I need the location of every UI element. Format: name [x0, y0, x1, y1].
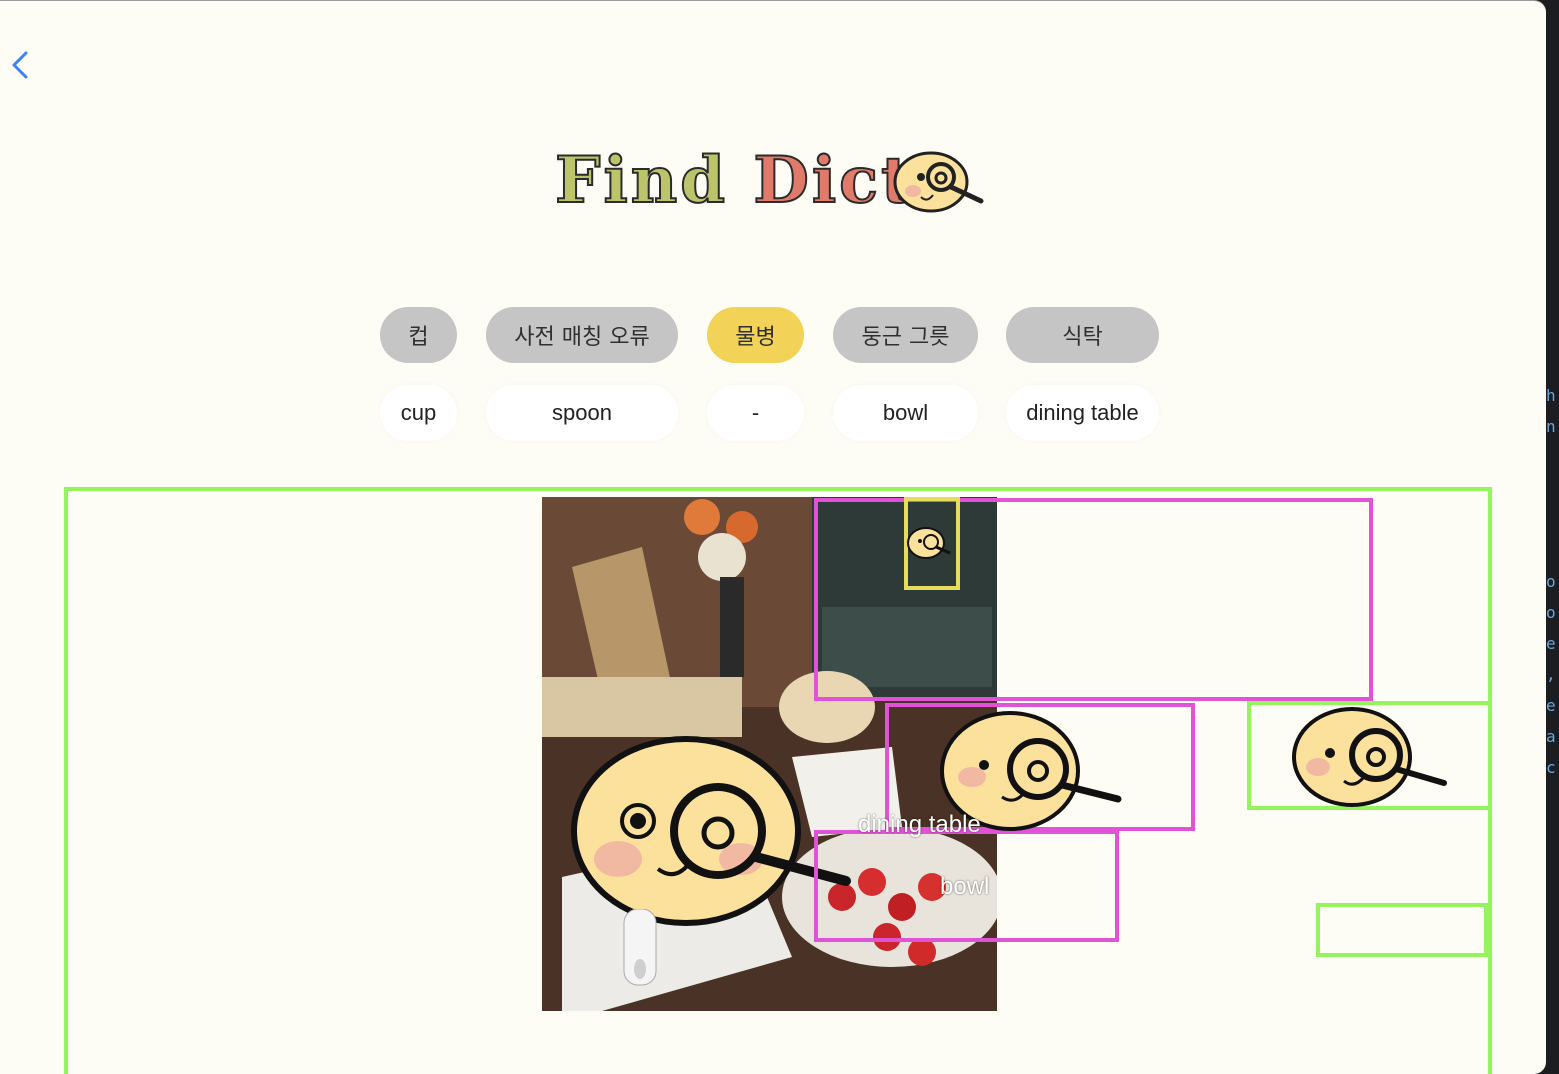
word-spoon: spoon — [486, 385, 678, 441]
logo-word-find: Find — [554, 142, 729, 219]
mascot-marker-small — [907, 527, 951, 559]
chip-water-bottle-ko[interactable]: 물병 — [707, 307, 804, 363]
mascot-marker-right — [1292, 707, 1447, 807]
detection-label-dining-table: dining table — [858, 811, 981, 838]
logo-word-dict: Dict — [752, 142, 914, 219]
mascot-detection-marker-large — [571, 736, 851, 926]
mascot-magnifier-icon — [893, 151, 984, 213]
detection-box-dining-table-top — [814, 498, 1373, 701]
word-cup: cup — [380, 385, 457, 441]
app-logo: Find Dict — [554, 141, 995, 231]
detection-box-right-2 — [1316, 903, 1488, 957]
chip-round-bowl-ko[interactable]: 둥근 그릇 — [833, 307, 978, 363]
back-button[interactable] — [6, 45, 36, 85]
detection-label-bowl: bowl — [940, 873, 990, 900]
spoon-handle — [623, 909, 657, 986]
app-screen: Find Dict 컵 사전 매칭 오류 물병 둥근 그릇 식탁 cup spo… — [0, 0, 1546, 1074]
word-none: - — [707, 385, 804, 441]
adjacent-window-edge: h n o o e , e a c — [1546, 386, 1556, 777]
word-dining-table: dining table — [1006, 385, 1159, 441]
chip-cup-ko[interactable]: 컵 — [380, 307, 457, 363]
chip-dining-table-ko[interactable]: 식탁 — [1006, 307, 1159, 363]
word-bowl: bowl — [833, 385, 978, 441]
chevron-left-icon — [12, 51, 28, 79]
chip-dictionary-error-ko[interactable]: 사전 매칭 오류 — [486, 307, 678, 363]
